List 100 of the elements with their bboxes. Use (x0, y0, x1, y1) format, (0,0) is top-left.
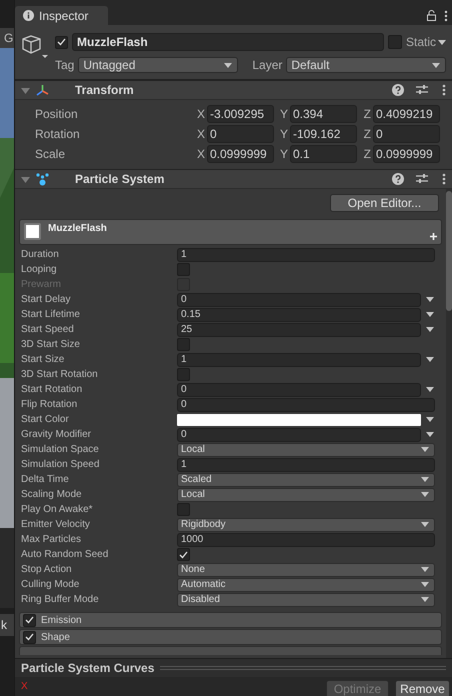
property-label: Play On Awake* (21, 504, 94, 515)
checkbox[interactable] (177, 548, 190, 561)
number-field[interactable]: 0.15 (177, 308, 421, 322)
active-checkbox[interactable] (55, 36, 68, 48)
property-label: Culling Mode (21, 579, 80, 590)
property-label: Ring Buffer Mode (21, 594, 100, 605)
property-label: Auto Random Seed (21, 549, 110, 560)
checkbox[interactable] (177, 263, 190, 276)
number-field[interactable]: 25 (177, 322, 421, 336)
property-label: Simulation Space (21, 444, 100, 455)
module-checkbox[interactable] (23, 614, 36, 626)
foldout-icon[interactable] (21, 174, 30, 184)
color-field[interactable] (177, 414, 421, 426)
help-icon[interactable] (392, 173, 404, 185)
foldout-icon[interactable] (21, 86, 30, 94)
dropdown[interactable]: Local (177, 442, 435, 456)
particles-icon (36, 172, 49, 186)
property-label: Start Color (21, 414, 70, 425)
module-row[interactable]: Emission (19, 612, 442, 628)
property-label: Start Lifetime (21, 309, 81, 320)
axis-label: Y (278, 147, 289, 161)
property-label: Flip Rotation (21, 399, 78, 410)
dropdown[interactable]: Automatic (177, 578, 435, 592)
name-field[interactable]: MuzzleFlash (72, 33, 384, 51)
caret-icon (432, 62, 440, 68)
module-row[interactable]: Shape (19, 629, 442, 645)
more-icon[interactable] (444, 10, 448, 22)
property-label: Max Particles (21, 534, 82, 545)
property-label: Looping (21, 264, 58, 275)
presets-icon[interactable] (416, 84, 428, 96)
property-label: Duration (21, 249, 60, 260)
tab-label[interactable]: k (0, 614, 14, 636)
open-editor-button[interactable]: Open Editor... (330, 194, 439, 212)
property-label: Scaling Mode (21, 489, 83, 500)
tab-label[interactable]: G (0, 28, 14, 48)
number-field[interactable]: 0.4099219 (373, 105, 440, 123)
caret-icon (438, 40, 446, 44)
caret-icon (421, 567, 429, 572)
cube-icon[interactable] (21, 33, 49, 61)
module-header[interactable]: MuzzleFlash (19, 219, 442, 245)
inspector-tab[interactable]: Inspector (15, 6, 108, 25)
property-label: Start Delay (21, 294, 72, 305)
number-field[interactable]: 0.0999999 (373, 145, 440, 163)
footer-button[interactable]: Remove (395, 680, 450, 696)
dropdown[interactable]: Rigidbody (177, 518, 435, 532)
number-field[interactable]: 1 (177, 458, 435, 472)
number-field[interactable]: 0 (177, 398, 435, 412)
checkbox[interactable] (177, 503, 190, 516)
caret-icon (421, 492, 429, 497)
number-field[interactable]: 0 (177, 428, 421, 442)
property-label: Gravity Modifier (21, 429, 92, 440)
layer-dropdown[interactable]: Default (286, 57, 446, 73)
number-field[interactable]: 1000 (177, 532, 435, 546)
plus-icon[interactable] (430, 233, 437, 240)
curves-panel-header[interactable]: Particle System Curves (15, 658, 452, 677)
axis-label: Z (362, 147, 372, 161)
caret-icon (421, 477, 429, 482)
number-field[interactable]: -109.162 (290, 125, 357, 143)
property-label: Start Size (21, 354, 66, 365)
property-label: Scale (35, 147, 66, 161)
module-checkbox[interactable] (23, 630, 36, 644)
caret-icon (421, 597, 429, 602)
curve-mode-caret-icon (426, 432, 434, 437)
number-field[interactable]: 0.394 (290, 105, 357, 123)
dropdown[interactable]: Disabled (177, 592, 435, 606)
dropdown[interactable]: Local (177, 488, 435, 502)
number-field[interactable]: 0.1 (290, 145, 357, 163)
more-icon[interactable] (442, 84, 446, 96)
number-field[interactable]: 0 (177, 292, 421, 306)
static-dropdown[interactable]: Static (406, 35, 446, 49)
lock-icon[interactable] (427, 10, 436, 21)
presets-icon[interactable] (416, 173, 428, 185)
axis-label: Y (278, 127, 289, 141)
curve-mode-caret-icon (426, 312, 434, 317)
number-field[interactable]: 0 (207, 125, 274, 143)
checkmark-icon (57, 38, 66, 46)
property-label: Simulation Speed (21, 459, 100, 470)
more-icon[interactable] (442, 173, 446, 185)
number-field[interactable]: 0 (177, 382, 421, 396)
static-checkbox[interactable] (388, 35, 402, 49)
number-field[interactable]: 1 (177, 248, 435, 262)
layer-label: Layer (252, 58, 282, 72)
number-field[interactable]: -3.009295 (207, 105, 274, 123)
checkbox[interactable] (177, 338, 190, 351)
swatch-icon (24, 223, 41, 240)
help-icon[interactable] (392, 84, 404, 96)
caret-icon (421, 522, 429, 527)
number-field[interactable]: 1 (177, 352, 421, 366)
checkbox[interactable] (177, 368, 190, 381)
checkmark-icon (179, 550, 188, 558)
number-field[interactable]: 0 (373, 125, 440, 143)
property-label: Start Speed (21, 324, 75, 335)
property-label: Stop Action (21, 564, 73, 575)
axis-label: X (196, 147, 206, 161)
dropdown[interactable]: None (177, 562, 435, 576)
scrollbar[interactable] (446, 191, 452, 311)
info-icon (23, 10, 34, 21)
tag-dropdown[interactable]: Untagged (78, 57, 238, 73)
dropdown[interactable]: Scaled (177, 472, 435, 486)
number-field[interactable]: 0.0999999 (207, 145, 274, 163)
